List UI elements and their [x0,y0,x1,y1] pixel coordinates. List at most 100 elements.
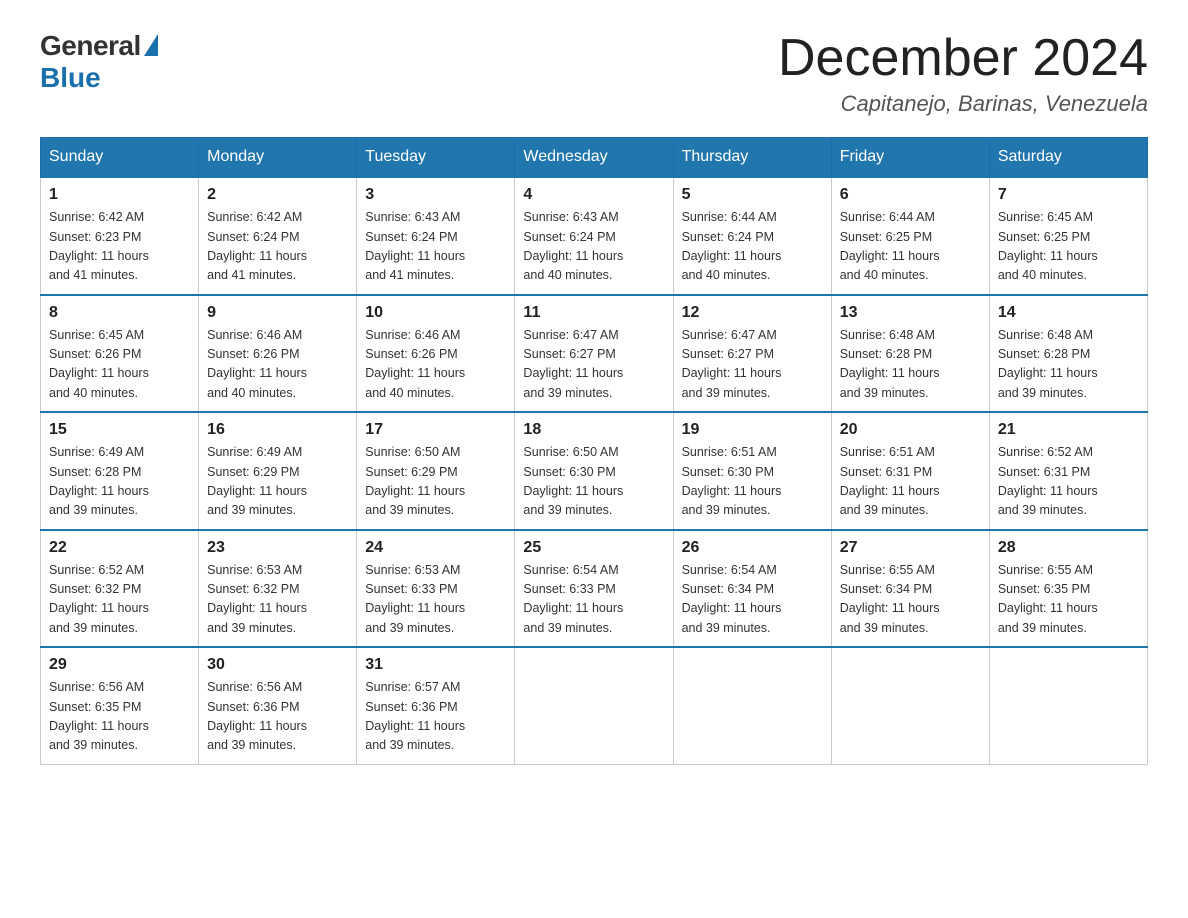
day-info: Sunrise: 6:46 AM Sunset: 6:26 PM Dayligh… [365,326,506,404]
day-info: Sunrise: 6:56 AM Sunset: 6:35 PM Dayligh… [49,678,190,756]
calendar-cell: 2 Sunrise: 6:42 AM Sunset: 6:24 PM Dayli… [199,177,357,295]
header-monday: Monday [199,138,357,178]
title-section: December 2024 Capitanejo, Barinas, Venez… [778,30,1148,117]
day-number: 1 [49,186,190,204]
calendar-cell [989,647,1147,764]
day-info: Sunrise: 6:42 AM Sunset: 6:24 PM Dayligh… [207,208,348,286]
logo-blue-text: Blue [40,62,101,94]
header-friday: Friday [831,138,989,178]
day-number: 26 [682,539,823,557]
day-number: 29 [49,656,190,674]
calendar-cell: 23 Sunrise: 6:53 AM Sunset: 6:32 PM Dayl… [199,530,357,648]
calendar-cell: 14 Sunrise: 6:48 AM Sunset: 6:28 PM Dayl… [989,295,1147,413]
calendar-cell: 12 Sunrise: 6:47 AM Sunset: 6:27 PM Dayl… [673,295,831,413]
day-number: 13 [840,304,981,322]
day-info: Sunrise: 6:49 AM Sunset: 6:29 PM Dayligh… [207,443,348,521]
calendar-table: SundayMondayTuesdayWednesdayThursdayFrid… [40,137,1148,765]
week-row-1: 1 Sunrise: 6:42 AM Sunset: 6:23 PM Dayli… [41,177,1148,295]
calendar-cell: 15 Sunrise: 6:49 AM Sunset: 6:28 PM Dayl… [41,412,199,530]
day-number: 18 [523,421,664,439]
week-row-4: 22 Sunrise: 6:52 AM Sunset: 6:32 PM Dayl… [41,530,1148,648]
calendar-cell: 18 Sunrise: 6:50 AM Sunset: 6:30 PM Dayl… [515,412,673,530]
day-info: Sunrise: 6:46 AM Sunset: 6:26 PM Dayligh… [207,326,348,404]
day-number: 12 [682,304,823,322]
calendar-cell: 8 Sunrise: 6:45 AM Sunset: 6:26 PM Dayli… [41,295,199,413]
calendar-cell [673,647,831,764]
day-number: 9 [207,304,348,322]
day-info: Sunrise: 6:48 AM Sunset: 6:28 PM Dayligh… [840,326,981,404]
calendar-cell: 3 Sunrise: 6:43 AM Sunset: 6:24 PM Dayli… [357,177,515,295]
day-number: 28 [998,539,1139,557]
day-info: Sunrise: 6:43 AM Sunset: 6:24 PM Dayligh… [365,208,506,286]
day-info: Sunrise: 6:44 AM Sunset: 6:24 PM Dayligh… [682,208,823,286]
calendar-cell: 30 Sunrise: 6:56 AM Sunset: 6:36 PM Dayl… [199,647,357,764]
day-info: Sunrise: 6:47 AM Sunset: 6:27 PM Dayligh… [682,326,823,404]
header-wednesday: Wednesday [515,138,673,178]
week-row-5: 29 Sunrise: 6:56 AM Sunset: 6:35 PM Dayl… [41,647,1148,764]
day-number: 25 [523,539,664,557]
header-sunday: Sunday [41,138,199,178]
calendar-cell: 31 Sunrise: 6:57 AM Sunset: 6:36 PM Dayl… [357,647,515,764]
day-number: 8 [49,304,190,322]
day-info: Sunrise: 6:54 AM Sunset: 6:34 PM Dayligh… [682,561,823,639]
day-number: 6 [840,186,981,204]
calendar-cell: 27 Sunrise: 6:55 AM Sunset: 6:34 PM Dayl… [831,530,989,648]
day-number: 2 [207,186,348,204]
calendar-cell: 24 Sunrise: 6:53 AM Sunset: 6:33 PM Dayl… [357,530,515,648]
logo-general-text: General [40,30,141,62]
calendar-cell [515,647,673,764]
calendar-cell: 20 Sunrise: 6:51 AM Sunset: 6:31 PM Dayl… [831,412,989,530]
day-info: Sunrise: 6:53 AM Sunset: 6:33 PM Dayligh… [365,561,506,639]
day-info: Sunrise: 6:54 AM Sunset: 6:33 PM Dayligh… [523,561,664,639]
header-thursday: Thursday [673,138,831,178]
day-info: Sunrise: 6:51 AM Sunset: 6:30 PM Dayligh… [682,443,823,521]
day-info: Sunrise: 6:56 AM Sunset: 6:36 PM Dayligh… [207,678,348,756]
day-info: Sunrise: 6:50 AM Sunset: 6:29 PM Dayligh… [365,443,506,521]
calendar-cell: 9 Sunrise: 6:46 AM Sunset: 6:26 PM Dayli… [199,295,357,413]
logo: General Blue [40,30,158,94]
day-info: Sunrise: 6:52 AM Sunset: 6:32 PM Dayligh… [49,561,190,639]
day-info: Sunrise: 6:45 AM Sunset: 6:25 PM Dayligh… [998,208,1139,286]
calendar-cell: 5 Sunrise: 6:44 AM Sunset: 6:24 PM Dayli… [673,177,831,295]
day-info: Sunrise: 6:53 AM Sunset: 6:32 PM Dayligh… [207,561,348,639]
day-info: Sunrise: 6:49 AM Sunset: 6:28 PM Dayligh… [49,443,190,521]
day-info: Sunrise: 6:57 AM Sunset: 6:36 PM Dayligh… [365,678,506,756]
week-row-3: 15 Sunrise: 6:49 AM Sunset: 6:28 PM Dayl… [41,412,1148,530]
calendar-cell: 28 Sunrise: 6:55 AM Sunset: 6:35 PM Dayl… [989,530,1147,648]
day-number: 22 [49,539,190,557]
day-info: Sunrise: 6:44 AM Sunset: 6:25 PM Dayligh… [840,208,981,286]
calendar-cell: 25 Sunrise: 6:54 AM Sunset: 6:33 PM Dayl… [515,530,673,648]
calendar-cell: 6 Sunrise: 6:44 AM Sunset: 6:25 PM Dayli… [831,177,989,295]
calendar-cell [831,647,989,764]
day-number: 7 [998,186,1139,204]
day-info: Sunrise: 6:55 AM Sunset: 6:35 PM Dayligh… [998,561,1139,639]
calendar-cell: 13 Sunrise: 6:48 AM Sunset: 6:28 PM Dayl… [831,295,989,413]
day-number: 21 [998,421,1139,439]
day-number: 17 [365,421,506,439]
day-number: 4 [523,186,664,204]
calendar-cell: 7 Sunrise: 6:45 AM Sunset: 6:25 PM Dayli… [989,177,1147,295]
calendar-cell: 10 Sunrise: 6:46 AM Sunset: 6:26 PM Dayl… [357,295,515,413]
calendar-cell: 4 Sunrise: 6:43 AM Sunset: 6:24 PM Dayli… [515,177,673,295]
header-tuesday: Tuesday [357,138,515,178]
day-number: 23 [207,539,348,557]
calendar-cell: 1 Sunrise: 6:42 AM Sunset: 6:23 PM Dayli… [41,177,199,295]
day-number: 16 [207,421,348,439]
month-title: December 2024 [778,30,1148,87]
calendar-cell: 21 Sunrise: 6:52 AM Sunset: 6:31 PM Dayl… [989,412,1147,530]
day-number: 31 [365,656,506,674]
day-info: Sunrise: 6:45 AM Sunset: 6:26 PM Dayligh… [49,326,190,404]
day-number: 10 [365,304,506,322]
day-number: 5 [682,186,823,204]
day-info: Sunrise: 6:50 AM Sunset: 6:30 PM Dayligh… [523,443,664,521]
calendar-cell: 19 Sunrise: 6:51 AM Sunset: 6:30 PM Dayl… [673,412,831,530]
calendar-cell: 17 Sunrise: 6:50 AM Sunset: 6:29 PM Dayl… [357,412,515,530]
location-title: Capitanejo, Barinas, Venezuela [778,91,1148,117]
day-number: 27 [840,539,981,557]
calendar-cell: 22 Sunrise: 6:52 AM Sunset: 6:32 PM Dayl… [41,530,199,648]
day-info: Sunrise: 6:43 AM Sunset: 6:24 PM Dayligh… [523,208,664,286]
day-number: 30 [207,656,348,674]
calendar-cell: 11 Sunrise: 6:47 AM Sunset: 6:27 PM Dayl… [515,295,673,413]
day-number: 15 [49,421,190,439]
day-info: Sunrise: 6:51 AM Sunset: 6:31 PM Dayligh… [840,443,981,521]
